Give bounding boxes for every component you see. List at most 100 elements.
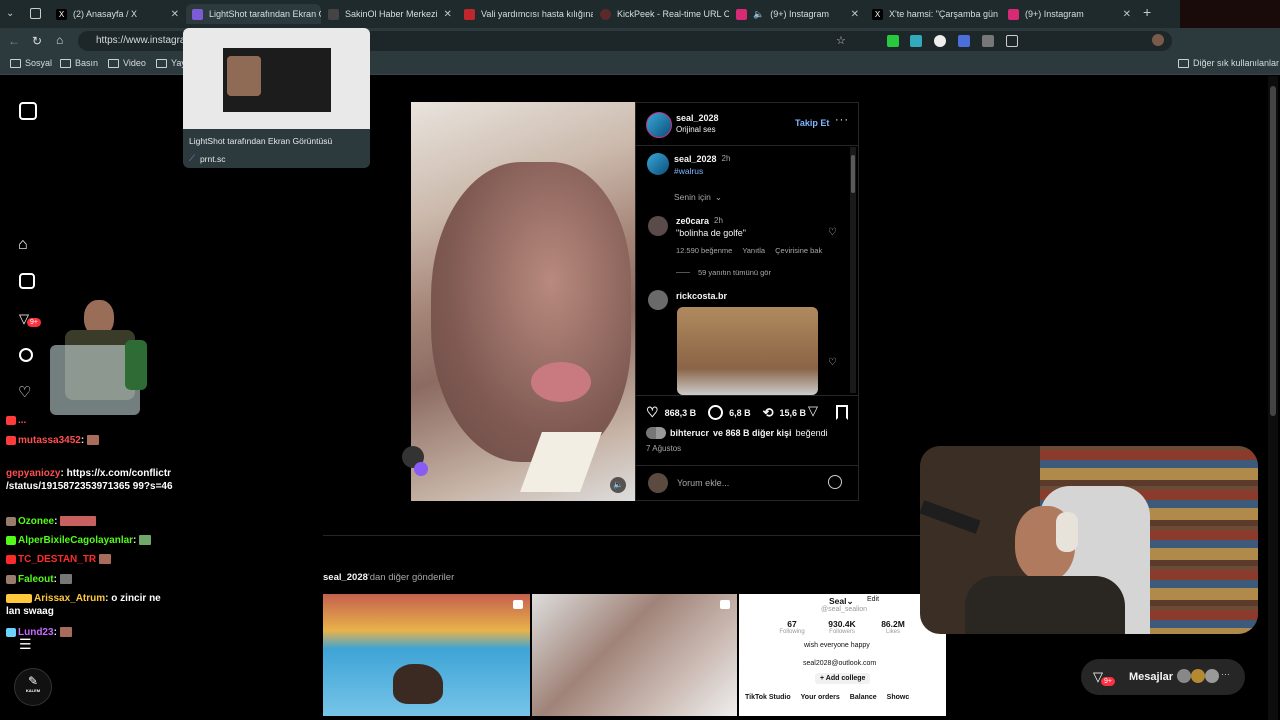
star-icon[interactable]: ☆: [836, 34, 846, 47]
mute-icon[interactable]: 🔈: [610, 477, 626, 493]
post-thumbnail[interactable]: [323, 594, 530, 716]
translate-button[interactable]: Çevirisine bak: [775, 246, 822, 255]
comment-count[interactable]: 6,8 B: [729, 408, 751, 418]
chat-message: Faleout:: [6, 573, 72, 586]
more-icon[interactable]: ···: [835, 114, 849, 126]
close-icon[interactable]: ✕: [1123, 9, 1131, 20]
chat-username: Lund23: [18, 627, 54, 638]
header-divider: [636, 145, 858, 146]
tab-x-hamsi[interactable]: X X'te hamsi: "Çarşamba gün✕: [866, 4, 1001, 24]
liked-by-user[interactable]: bihterucr: [670, 428, 709, 438]
bookmark-folder[interactable]: Video: [108, 58, 146, 68]
post-thumbnail[interactable]: [532, 594, 737, 716]
comment-username[interactable]: ze0cara: [676, 216, 709, 226]
caption-hashtag[interactable]: #walrus: [674, 166, 703, 176]
bookmark-folder[interactable]: Yay: [156, 58, 186, 68]
messages-button[interactable]: ▽ 9+ Mesajlar ···: [1081, 659, 1245, 695]
post-actions: ♡ 868,3 B 6,8 B ⟲ 15,6 B: [646, 404, 806, 421]
comment-avatar[interactable]: [648, 216, 668, 236]
bookmark-label: Sosyal: [25, 58, 53, 68]
profile-stat: 86.2M Likes: [877, 619, 909, 635]
chat-partial-line: ...: [6, 414, 26, 427]
workspaces-icon[interactable]: [30, 8, 41, 19]
tab-lightshot[interactable]: LightShot tarafından Ekran Görüntüsü✕: [186, 4, 321, 24]
caption-avatar[interactable]: [647, 153, 669, 175]
comment-like-icon[interactable]: ♡: [828, 227, 837, 238]
tab-news[interactable]: Vali yardımcısı hasta kılığına✕: [458, 4, 593, 24]
profile-link: Your orders: [800, 694, 840, 701]
save-icon[interactable]: [836, 405, 848, 420]
bookmark-folder[interactable]: Basın: [60, 58, 98, 68]
back-icon[interactable]: ←: [8, 34, 20, 48]
like-icon[interactable]: ♡: [646, 404, 659, 421]
comment-likes[interactable]: 12.590 beğenme: [676, 246, 732, 255]
refresh-icon[interactable]: ↻: [32, 34, 44, 48]
audio-label[interactable]: Orijinal ses: [676, 125, 716, 134]
tab-instagram[interactable]: 🔈 (9+) Instagram ✕: [730, 4, 865, 24]
more-posts-user[interactable]: seal_2028: [323, 572, 368, 583]
comment-actions: 12.590 beğenme Yanıtla Çevirisine bak: [676, 246, 822, 255]
extension-icon[interactable]: [934, 35, 946, 47]
tab-hover-preview: LightShot tarafından Ekran Görüntüsü ⟋ pr…: [183, 28, 370, 168]
new-tab-icon[interactable]: +: [1143, 5, 1155, 19]
follow-button[interactable]: Takip Et: [795, 118, 829, 128]
reels-icon[interactable]: [19, 273, 35, 289]
tab-menu-icon[interactable]: ⌄: [6, 8, 18, 20]
folder-icon: [156, 58, 167, 68]
instagram-logo-icon[interactable]: [19, 102, 37, 120]
chat-badge: [6, 574, 16, 584]
author-username[interactable]: seal_2028: [676, 113, 719, 123]
repost-count[interactable]: 15,6 B: [780, 408, 807, 418]
comment-filter-dropdown[interactable]: Senin için ⌄: [674, 192, 722, 203]
liked-by-rest[interactable]: ve 868 B diğer kişi: [713, 428, 792, 438]
page-scrollbar-thumb[interactable]: [1270, 86, 1276, 416]
home-icon[interactable]: ⌂: [56, 33, 68, 47]
comment-icon[interactable]: [708, 405, 724, 420]
other-bookmarks[interactable]: Diğer sık kullanılanlar: [1178, 58, 1279, 68]
preview-domain: ⟋ prnt.sc: [189, 153, 225, 164]
post-thumbnail-profile[interactable]: Seal⌄ Edit @seal_sealion 67 Following 930…: [739, 594, 946, 716]
post-video[interactable]: 🔈: [411, 102, 635, 501]
bookmark-folder[interactable]: Sosyal: [10, 58, 52, 68]
comment-like-icon[interactable]: ♡: [828, 357, 837, 368]
share-icon[interactable]: ▽: [808, 403, 818, 419]
profile-avatar[interactable]: [1152, 34, 1164, 46]
extension-icon[interactable]: [958, 35, 970, 47]
view-replies[interactable]: 59 yanıtın tümünü gör: [676, 268, 771, 277]
stat-label: Following: [779, 629, 805, 635]
tab-kickpeek[interactable]: KickPeek - Real-time URL Cl✕: [594, 4, 729, 24]
reply-button[interactable]: Yanıtla: [742, 246, 765, 255]
repost-icon[interactable]: ⟲: [763, 405, 774, 421]
extension-icon[interactable]: [887, 35, 899, 47]
chat-message: Ozonee:: [6, 515, 97, 528]
comment-input[interactable]: Yorum ekle...: [677, 478, 729, 488]
comment-gif[interactable]: [677, 307, 818, 395]
profile-link: Showc: [886, 694, 910, 701]
emoji-icon[interactable]: [828, 475, 842, 489]
close-icon[interactable]: ✕: [851, 9, 859, 20]
add-college-button: + Add college: [815, 673, 871, 684]
tab-instagram-2[interactable]: (9+) Instagram ✕: [1002, 4, 1137, 24]
like-count[interactable]: 868,3 B: [665, 408, 697, 418]
tab-label: (9+) Instagram: [1025, 9, 1084, 19]
scrollbar-thumb[interactable]: [851, 155, 855, 193]
extension-icon[interactable]: [910, 35, 922, 47]
extension-icon[interactable]: [982, 35, 994, 47]
close-icon[interactable]: ✕: [171, 9, 179, 20]
close-icon[interactable]: ✕: [444, 9, 452, 20]
tab-x-home[interactable]: X (2) Anasayfa / X ✕: [50, 4, 185, 24]
profile-stat: 67 Following: [779, 619, 805, 635]
caption-header: seal_2028 2h: [674, 154, 730, 164]
post-date[interactable]: 7 Ağustos: [646, 444, 681, 453]
puzzle-icon[interactable]: [1006, 35, 1018, 47]
comment-username[interactable]: rickcosta.br: [676, 291, 727, 301]
home-icon[interactable]: ⌂: [18, 236, 28, 254]
scrollbar[interactable]: [850, 147, 856, 393]
tab-label: SakinOl Haber Merkezi: [345, 9, 438, 19]
comment-avatar[interactable]: [648, 290, 668, 310]
folder-icon: [1178, 58, 1189, 68]
tab-sakinol[interactable]: SakinOl Haber Merkezi ✕: [322, 4, 457, 24]
author-avatar[interactable]: [646, 112, 672, 138]
caption-username[interactable]: seal_2028: [674, 154, 717, 164]
page-scrollbar[interactable]: [1268, 76, 1278, 720]
